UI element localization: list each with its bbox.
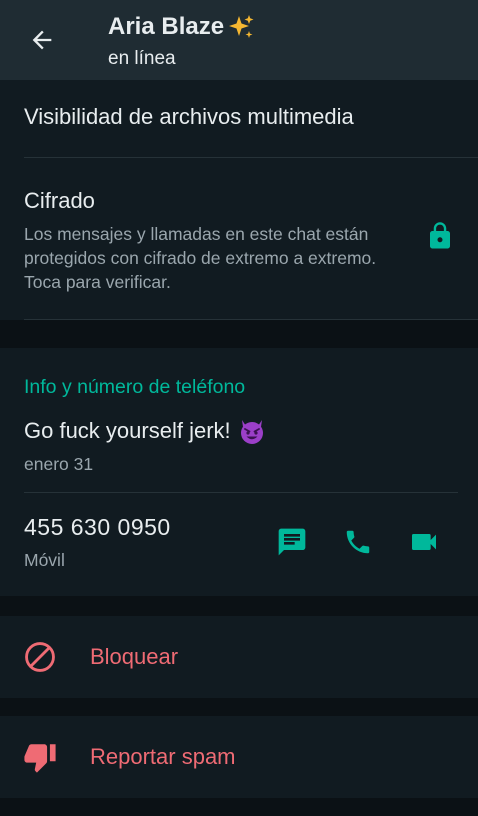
encryption-description: Los mensajes y llamadas en este chat est… bbox=[24, 224, 377, 292]
phone-number[interactable]: 455 630 0950 bbox=[24, 514, 171, 541]
message-button[interactable] bbox=[272, 522, 312, 562]
report-spam-label: Reportar spam bbox=[90, 744, 236, 769]
about-text: Go fuck yourself jerk! bbox=[24, 418, 231, 443]
report-spam-button[interactable]: Reportar spam bbox=[0, 716, 478, 798]
block-button[interactable]: Bloquear bbox=[0, 616, 478, 698]
divider bbox=[24, 492, 458, 493]
media-visibility-item[interactable]: Visibilidad de archivos multimedia bbox=[24, 104, 354, 130]
info-panel: Info y número de teléfono Go fuck yourse… bbox=[0, 348, 478, 596]
contact-status: en línea bbox=[108, 48, 176, 69]
call-button[interactable] bbox=[338, 522, 378, 562]
sparkles-icon bbox=[229, 15, 254, 38]
video-call-button[interactable] bbox=[404, 522, 444, 562]
divider bbox=[24, 319, 478, 320]
phone-type: Móvil bbox=[24, 550, 65, 570]
contact-name-row: Aria Blaze bbox=[108, 12, 256, 42]
info-section-title: Info y número de teléfono bbox=[24, 376, 246, 398]
back-button[interactable] bbox=[22, 22, 62, 58]
message-icon bbox=[278, 528, 306, 556]
block-icon bbox=[22, 639, 58, 675]
divider bbox=[24, 157, 478, 158]
chat-info-header: Aria Blaze en línea bbox=[0, 0, 478, 80]
thumbs-down-icon bbox=[22, 739, 58, 775]
encryption-title: Cifrado bbox=[24, 188, 95, 213]
lock-icon bbox=[424, 220, 456, 252]
video-icon bbox=[412, 534, 436, 550]
contact-name: Aria Blaze bbox=[108, 13, 225, 40]
about-row: Go fuck yourself jerk! bbox=[24, 416, 267, 446]
smiling-devil-icon bbox=[240, 420, 263, 444]
block-label: Bloquear bbox=[90, 644, 179, 669]
media-encryption-panel: Visibilidad de archivos multimedia Cifra… bbox=[0, 80, 478, 320]
arrow-left-icon bbox=[32, 30, 52, 50]
phone-icon bbox=[346, 530, 370, 554]
about-date: enero 31 bbox=[24, 454, 94, 474]
